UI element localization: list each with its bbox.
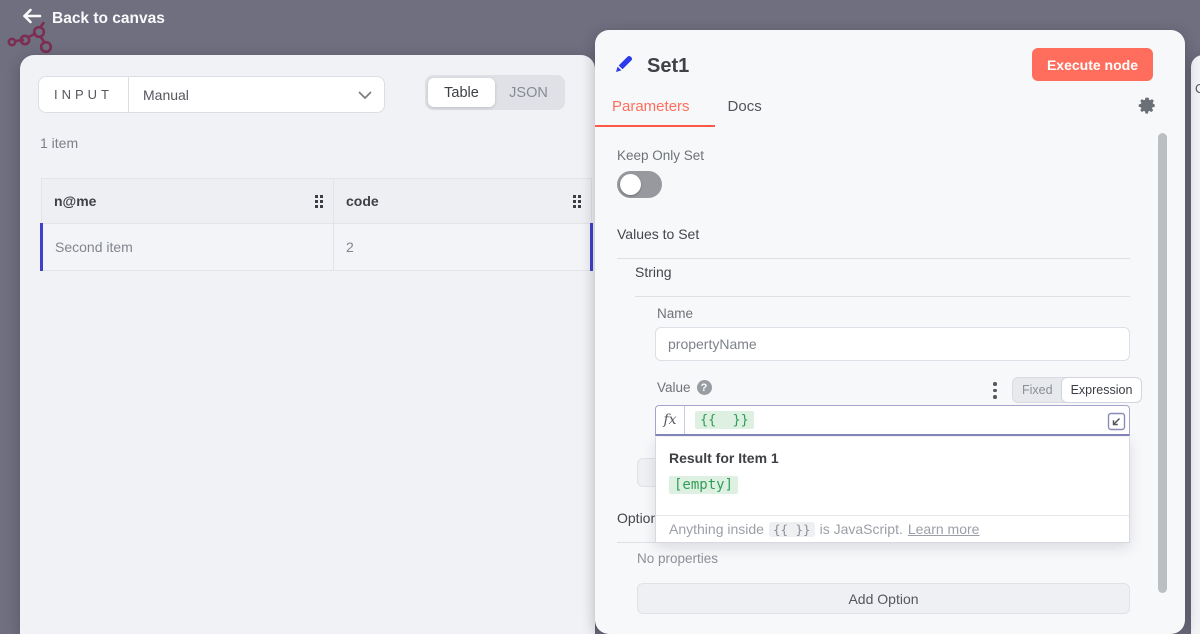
name-field-label: Name — [657, 306, 693, 321]
input-source-selected-value: Manual — [143, 87, 358, 103]
result-value: [empty] — [669, 476, 738, 494]
value-field-label: Value — [657, 380, 691, 395]
column-header-name[interactable]: n@me — [42, 179, 334, 224]
help-icon[interactable]: ? — [697, 380, 712, 395]
cell-code[interactable]: 2 — [334, 224, 592, 271]
expression-input[interactable]: fx {{ }} — [655, 405, 1130, 436]
gear-icon[interactable] — [1137, 96, 1157, 121]
expression-result-dropdown: Result for Item 1 [empty] Anything insid… — [655, 437, 1130, 543]
column-header-code[interactable]: code — [334, 179, 592, 224]
toggle-knob — [620, 174, 641, 195]
back-arrow-icon — [22, 8, 42, 29]
back-to-canvas-label: Back to canvas — [52, 10, 165, 28]
input-panel: INPUT Manual Table JSON 1 item n@me code — [20, 55, 595, 634]
result-title: Result for Item 1 — [669, 450, 779, 466]
table-row[interactable]: Second item 2 — [42, 224, 592, 271]
input-panel-label: INPUT — [39, 77, 129, 112]
items-count: 1 item — [40, 135, 78, 151]
tab-json-view[interactable]: JSON — [495, 78, 562, 107]
learn-more-link[interactable]: Learn more — [908, 521, 980, 537]
string-section-header: String — [635, 264, 1130, 297]
input-data-table: n@me code Second item 2 — [40, 178, 593, 271]
toggle-fixed[interactable]: Fixed — [1013, 378, 1062, 402]
tab-docs[interactable]: Docs — [728, 98, 762, 115]
open-expression-editor-icon[interactable] — [1107, 412, 1126, 436]
fixed-expression-toggle: Fixed Expression — [1012, 377, 1130, 403]
expression-value[interactable]: {{ }} — [695, 411, 754, 429]
tab-table-view[interactable]: Table — [428, 78, 495, 107]
tab-bar: Parameters Docs — [612, 98, 762, 115]
no-properties-label: No properties — [637, 551, 718, 566]
table-header-row: n@me code — [42, 179, 592, 224]
add-option-button[interactable]: Add Option — [637, 583, 1130, 614]
keep-only-set-label: Keep Only Set — [617, 148, 704, 163]
input-source-select[interactable]: Manual — [129, 77, 384, 112]
chevron-down-icon — [358, 87, 372, 103]
drag-handle-icon[interactable] — [315, 195, 323, 208]
keep-only-set-toggle[interactable] — [617, 171, 662, 198]
output-panel-label: OUTPUT — [1195, 81, 1200, 96]
hint-prefix: Anything inside — [669, 521, 764, 537]
drag-handle-icon[interactable] — [573, 195, 581, 208]
input-view-toggle: Table JSON — [425, 75, 565, 110]
expression-hint: Anything inside {{ }} is JavaScript. Lea… — [656, 515, 1129, 542]
fx-icon: fx — [656, 406, 685, 434]
pencil-icon[interactable] — [613, 52, 636, 80]
column-header-label: n@me — [54, 193, 315, 209]
tab-parameters[interactable]: Parameters — [612, 98, 690, 115]
node-settings-panel: Set1 Execute node Parameters Docs Keep O… — [595, 30, 1185, 634]
parameter-options-menu-icon[interactable] — [991, 380, 999, 401]
back-to-canvas-button[interactable]: Back to canvas — [22, 8, 165, 29]
output-panel: OUTPUT — [1191, 55, 1200, 634]
execute-node-button[interactable]: Execute node — [1032, 48, 1153, 81]
column-header-label: code — [346, 193, 573, 209]
toggle-expression[interactable]: Expression — [1061, 377, 1143, 403]
cell-name[interactable]: Second item — [42, 224, 334, 271]
values-to-set-section-header: Values to Set — [617, 226, 1130, 259]
panel-scrollbar[interactable] — [1158, 133, 1167, 593]
node-title: Set1 — [647, 55, 689, 78]
hint-code: {{ }} — [769, 522, 815, 537]
input-source-control: INPUT Manual — [38, 76, 385, 113]
name-input[interactable] — [655, 327, 1130, 361]
hint-suffix: is JavaScript. — [820, 521, 903, 537]
active-tab-indicator — [595, 125, 715, 127]
